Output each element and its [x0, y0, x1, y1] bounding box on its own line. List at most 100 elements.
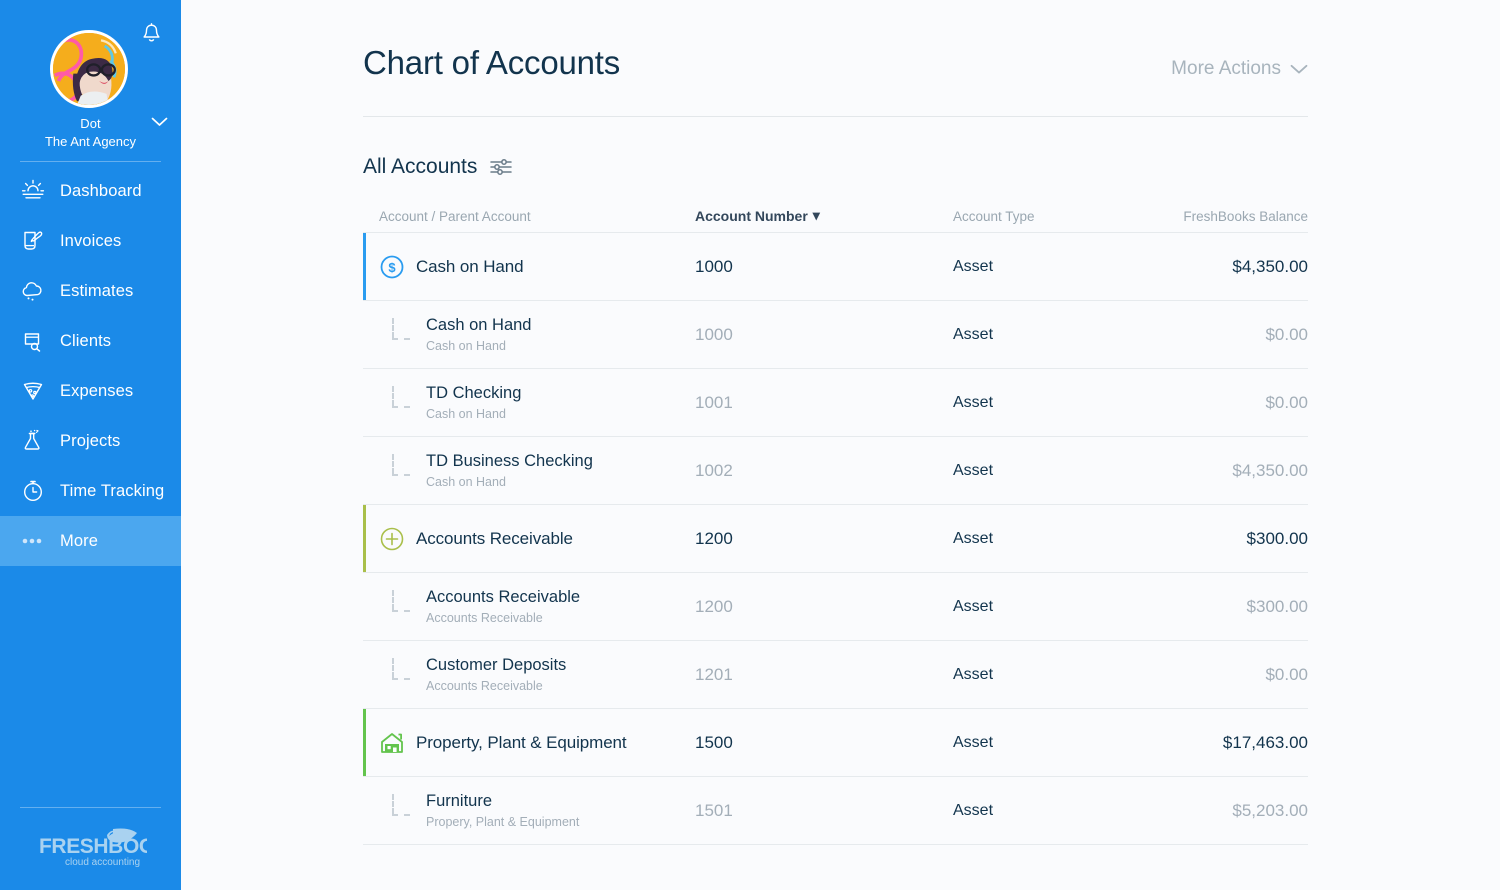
app-window: Dot The Ant Agency Dash — [0, 0, 1500, 890]
parent-account-label: Cash on Hand — [426, 474, 593, 490]
flask-icon — [18, 426, 48, 456]
table-row[interactable]: TD CheckingCash on Hand 1001Asset$0.00 — [363, 369, 1308, 437]
notification-bell-icon[interactable] — [136, 18, 166, 48]
sidebar: Dot The Ant Agency Dash — [0, 0, 181, 890]
table-body: $ Cash on Hand 1000 Asset $4,350.00 Cash on H… — [363, 233, 1308, 845]
sidebar-item-estimates[interactable]: Estimates — [0, 266, 181, 316]
avatar[interactable] — [50, 30, 128, 108]
sidebar-item-label: Estimates — [60, 282, 133, 301]
table-row[interactable]: Property, Plant & Equipment1500Asset$17,… — [363, 709, 1308, 777]
cell-account-name: Accounts ReceivableAccounts Receivable — [363, 587, 695, 627]
ellipsis-icon — [18, 526, 48, 556]
row-accent-bar — [363, 233, 366, 300]
cell-account-number: 1000 — [695, 257, 953, 277]
column-header-account-type: Account Type — [953, 209, 1121, 224]
cell-balance: $0.00 — [1121, 393, 1308, 413]
account-name-group: TD Business Checking Cash on Hand — [426, 451, 593, 491]
header-divider — [363, 116, 1308, 117]
stopwatch-icon — [18, 476, 48, 506]
cell-account-number: 1201 — [695, 665, 953, 685]
sidebar-item-clients[interactable]: Clients — [0, 316, 181, 366]
sidebar-item-projects[interactable]: Projects — [0, 416, 181, 466]
svg-text:cloud accounting: cloud accounting — [65, 857, 140, 868]
cell-account-number: 1501 — [695, 801, 953, 821]
chevron-down-icon — [1290, 64, 1308, 75]
sidebar-item-expenses[interactable]: Expenses — [0, 366, 181, 416]
dollar-circle-icon: $ — [379, 254, 405, 280]
svg-text:FRESHBOOKS: FRESHBOOKS — [39, 835, 147, 858]
account-title: Cash on Hand — [426, 315, 532, 336]
table-row[interactable]: Customer Deposits Accounts Receivable 1201… — [363, 641, 1308, 709]
table-row[interactable]: Accounts ReceivableAccounts Receivable12… — [363, 573, 1308, 641]
page-title: Chart of Accounts — [363, 44, 620, 82]
sidebar-item-more[interactable]: More — [0, 516, 181, 566]
account-title: Accounts Receivable — [416, 529, 573, 549]
more-actions-button[interactable]: More Actions — [1171, 58, 1308, 80]
account-title: Cash on Hand — [416, 257, 523, 277]
table-row[interactable]: $Cash on Hand1000Asset$4,350.00 — [363, 233, 1308, 301]
account-title: TD Checking — [426, 383, 521, 404]
chevron-down-icon[interactable] — [149, 112, 169, 132]
sidebar-item-invoices[interactable]: Invoices — [0, 216, 181, 266]
sidebar-item-time-tracking[interactable]: Time Tracking — [0, 466, 181, 516]
parent-account-label: Accounts Receivable — [426, 678, 566, 694]
pizza-icon — [18, 376, 48, 406]
row-accent-bar — [363, 709, 366, 776]
cell-balance: $4,350.00 — [1121, 461, 1308, 481]
table-row[interactable]: TD Business CheckingCash on Hand1002Asse… — [363, 437, 1308, 505]
filter-sliders-icon[interactable] — [490, 158, 512, 176]
page-header: Chart of Accounts More Actions — [363, 0, 1308, 82]
sun-icon — [18, 176, 48, 206]
svg-text:$: $ — [388, 260, 396, 275]
cell-account-number: 1002 — [695, 461, 953, 481]
parent-account-label: Accounts Receivable — [426, 610, 580, 626]
table-row[interactable]: FurniturePropery, Plant & Equipment 1501A… — [363, 777, 1308, 845]
table-row[interactable]: Accounts Receivable 1200Asset$300.00 — [363, 505, 1308, 573]
cell-account-name: Accounts Receivable — [363, 526, 695, 552]
more-actions-label: More Actions — [1171, 58, 1281, 80]
main-content: Chart of Accounts More Actions All Accou… — [181, 0, 1500, 890]
section-header: All Accounts — [363, 155, 1308, 179]
cloud-icon — [18, 276, 48, 306]
tree-connector-icon — [389, 796, 415, 826]
cell-account-name: FurniturePropery, Plant & Equipment — [363, 791, 695, 831]
cell-account-name: Customer Deposits Accounts Receivable — [363, 655, 695, 695]
sidebar-company-name: The Ant Agency — [0, 134, 181, 149]
column-header-account-number[interactable]: Account Number ▾ — [695, 207, 953, 224]
cell-account-type: Asset — [953, 598, 1121, 616]
account-name-group: Accounts ReceivableAccounts Receivable — [426, 587, 580, 627]
column-header-balance: FreshBooks Balance — [1121, 209, 1308, 224]
column-header-account-number-label: Account Number — [695, 208, 808, 224]
sidebar-nav: Dashboard Invoices — [0, 166, 181, 566]
account-title: Property, Plant & Equipment — [416, 733, 627, 753]
sort-indicator-icon: ▾ — [813, 207, 820, 224]
invoice-icon — [18, 226, 48, 256]
table-row[interactable]: Cash on HandCash on Hand1000Asset$0.00 — [363, 301, 1308, 369]
sidebar-item-label: Clients — [60, 332, 111, 351]
cell-account-type: Asset — [953, 802, 1121, 820]
row-accent-bar — [363, 505, 366, 572]
cell-balance: $5,203.00 — [1121, 801, 1308, 821]
tree-connector-icon — [389, 388, 415, 418]
cell-account-number: 1001 — [695, 393, 953, 413]
cell-balance: $300.00 — [1121, 529, 1308, 549]
parent-account-label: Propery, Plant & Equipment — [426, 814, 579, 830]
table-header-row: Account / Parent Account Account Number … — [363, 205, 1308, 233]
cell-account-type: Asset — [953, 394, 1121, 412]
cell-account-type: Asset — [953, 326, 1121, 344]
cell-account-name: TD CheckingCash on Hand — [363, 383, 695, 423]
sidebar-item-label: Invoices — [60, 232, 121, 251]
account-name-group: FurniturePropery, Plant & Equipment — [426, 791, 579, 831]
cell-balance: $4,350.00 — [1121, 257, 1308, 277]
cell-account-number: 1200 — [695, 529, 953, 549]
cell-account-name: TD Business Checking Cash on Hand — [363, 451, 695, 491]
account-title: Customer Deposits — [426, 655, 566, 676]
cell-account-type: Asset — [953, 530, 1121, 548]
sidebar-item-dashboard[interactable]: Dashboard — [0, 166, 181, 216]
sidebar-item-label: More — [60, 532, 98, 551]
cell-account-name: Property, Plant & Equipment — [363, 730, 695, 756]
freshbooks-logo: FRESHBOOKS cloud accounting — [0, 825, 181, 874]
account-name-group: TD CheckingCash on Hand — [426, 383, 521, 423]
sidebar-footer-divider — [20, 807, 161, 808]
account-title: TD Business Checking — [426, 451, 593, 472]
